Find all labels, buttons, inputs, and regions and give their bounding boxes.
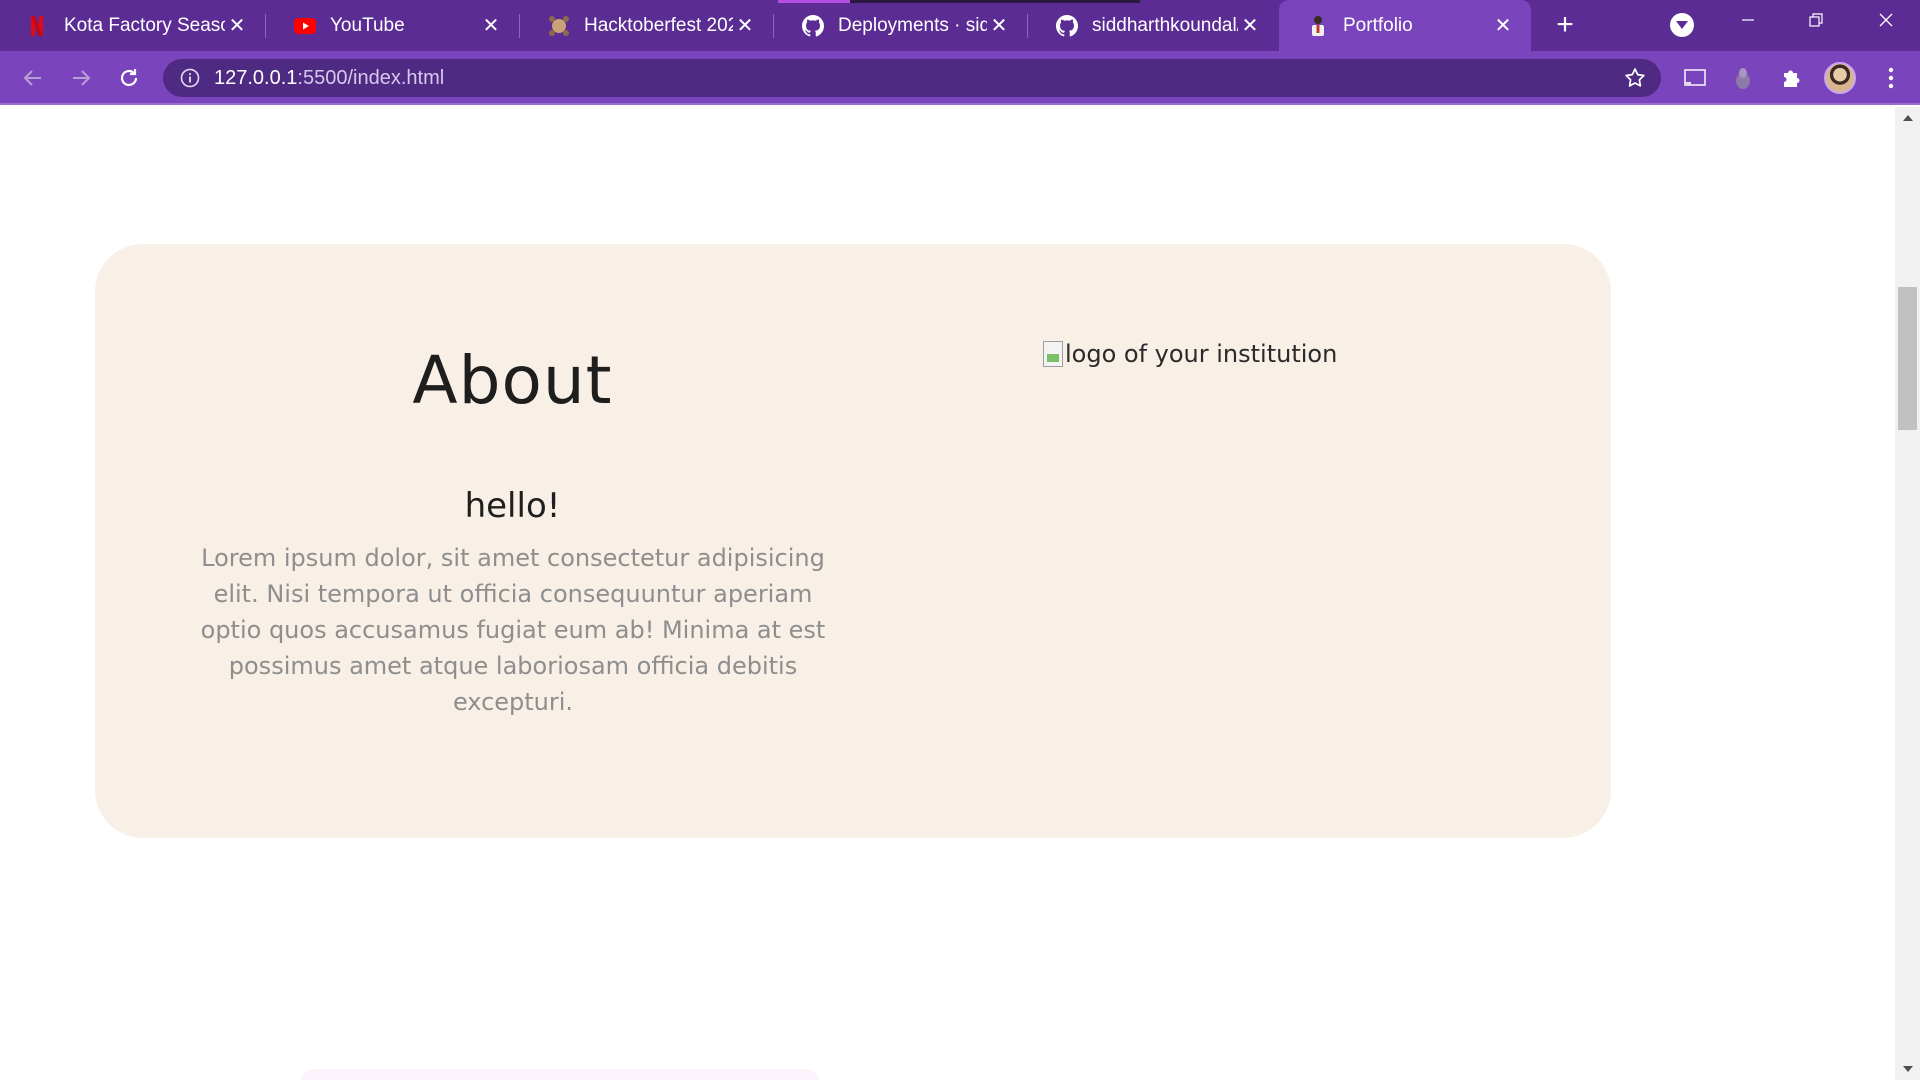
github-icon: [1056, 14, 1078, 37]
tab-title: Portfolio: [1343, 14, 1413, 36]
close-icon[interactable]: ✕: [733, 14, 757, 38]
scroll-down-icon[interactable]: [1895, 1058, 1920, 1080]
close-icon[interactable]: ✕: [225, 14, 249, 38]
info-icon[interactable]: [179, 67, 201, 89]
forward-icon[interactable]: [66, 63, 96, 93]
close-window-icon[interactable]: [1866, 6, 1906, 38]
bookmark-star-icon[interactable]: [1623, 66, 1647, 90]
greeting-heading: hello!: [464, 486, 561, 526]
scroll-up-icon[interactable]: [1895, 107, 1920, 129]
tab-title: Hacktoberfest 2021: [584, 14, 733, 36]
github-icon: [802, 14, 824, 37]
tab-hacktoberfest[interactable]: Hacktoberfest 2021 ✕: [520, 0, 773, 51]
person-icon: [1307, 15, 1329, 37]
minimize-icon[interactable]: [1728, 6, 1768, 38]
tab-strip: Kota Factory Season ✕ YouTube ✕ Hacktobe…: [0, 0, 1920, 51]
reload-icon[interactable]: [114, 63, 144, 93]
institution-logo: logo of your institution: [1043, 340, 1337, 368]
url-text[interactable]: 127.0.0.1:5500/index.html: [214, 59, 444, 97]
tab-portfolio[interactable]: Portfolio ✕: [1279, 0, 1531, 51]
page-viewport: About hello! Lorem ipsum dolor, sit amet…: [0, 107, 1895, 1080]
kebab-menu-icon[interactable]: [1877, 64, 1905, 92]
tab-kota-factory[interactable]: Kota Factory Season ✕: [0, 0, 265, 51]
close-icon[interactable]: ✕: [1491, 14, 1515, 38]
tab-title: siddharthkoundal/p: [1092, 14, 1238, 36]
about-title: About: [412, 342, 613, 419]
scroll-thumb[interactable]: [1898, 287, 1917, 430]
extension-icon[interactable]: [1729, 64, 1757, 92]
url-host: 127.0.0.1: [214, 67, 298, 89]
puzzle-icon[interactable]: [1777, 64, 1805, 92]
cast-icon[interactable]: [1681, 64, 1709, 92]
youtube-icon: [294, 15, 316, 37]
close-icon[interactable]: ✕: [987, 14, 1011, 38]
tab-title: YouTube: [330, 14, 405, 36]
next-section-preview: [300, 1069, 820, 1080]
tab-youtube[interactable]: YouTube ✕: [266, 0, 519, 51]
hacktoberfest-icon: [548, 15, 570, 37]
tab-siddharthkoundal[interactable]: siddharthkoundal/p ✕: [1028, 0, 1278, 51]
close-icon[interactable]: ✕: [1238, 14, 1262, 38]
new-tab-button[interactable]: +: [1548, 8, 1582, 42]
browser-toolbar: 127.0.0.1:5500/index.html: [0, 51, 1920, 105]
restore-icon[interactable]: [1796, 6, 1836, 38]
page-scrollbar[interactable]: [1895, 107, 1920, 1080]
url-path: :5500/index.html: [297, 67, 445, 89]
address-bar[interactable]: 127.0.0.1:5500/index.html: [163, 59, 1661, 97]
tab-search-icon[interactable]: [1670, 13, 1694, 37]
netflix-icon: [28, 15, 50, 37]
back-icon[interactable]: [18, 63, 48, 93]
broken-image-icon: [1043, 341, 1063, 367]
tab-title: Deployments · siddh: [838, 14, 987, 36]
tab-title: Kota Factory Season: [64, 14, 225, 36]
about-section: About hello! Lorem ipsum dolor, sit amet…: [95, 244, 1611, 838]
logo-alt-text: logo of your institution: [1065, 340, 1338, 368]
close-icon[interactable]: ✕: [479, 14, 503, 38]
about-description: Lorem ipsum dolor, sit amet consectetur …: [200, 544, 826, 716]
avatar[interactable]: [1824, 62, 1856, 94]
tab-deployments[interactable]: Deployments · siddh ✕: [774, 0, 1027, 51]
